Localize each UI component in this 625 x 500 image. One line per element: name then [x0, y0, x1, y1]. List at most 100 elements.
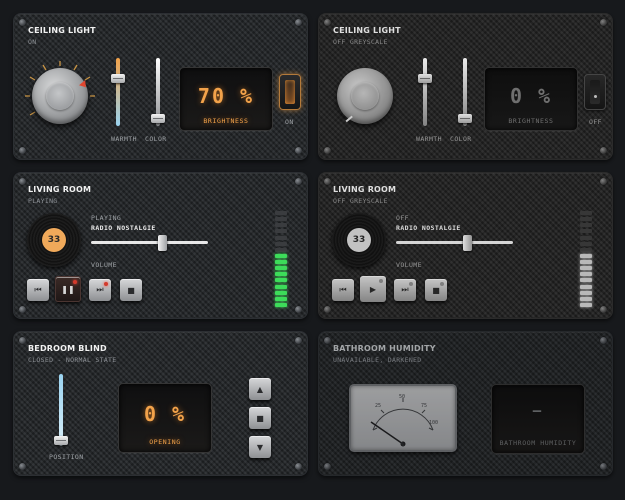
next-track-button[interactable]: ⏭ — [89, 279, 111, 301]
color-label: COLOR — [145, 135, 167, 143]
led-indicator-icon — [104, 282, 108, 286]
screw-icon — [324, 19, 331, 26]
bedroom-blind-card: BEDROOM BLIND CLOSED - NORMAL STATE POSI… — [13, 331, 308, 476]
level-meter — [580, 211, 592, 309]
meter-segment — [580, 278, 592, 283]
ceiling-light-on-card: CEILING LIGHT ON WARMTH COLOR 70 % BRIGH… — [13, 13, 308, 160]
meter-segment — [580, 235, 592, 240]
meter-segment — [580, 247, 592, 252]
stop-icon: ■ — [256, 413, 264, 423]
humidity-display: — BATHROOM HUMIDITY — [491, 384, 585, 454]
meter-segment — [275, 272, 287, 277]
meter-segment — [275, 260, 287, 264]
volume-slider[interactable] — [396, 235, 513, 251]
card-subtitle: PLAYING — [28, 197, 58, 205]
stop-blind-button[interactable]: ■ — [249, 407, 271, 429]
volume-slider[interactable] — [91, 235, 208, 251]
screw-icon — [324, 147, 331, 154]
playback-status: PLAYING — [91, 214, 122, 222]
blind-display: 0 % OPENING — [118, 383, 212, 453]
knob-body — [32, 68, 88, 124]
power-toggle[interactable] — [584, 74, 606, 110]
volume-label: VOLUME — [396, 261, 422, 269]
slider-thumb[interactable] — [463, 235, 472, 251]
screw-icon — [19, 337, 26, 344]
slider-thumb[interactable] — [418, 74, 432, 83]
led-indicator-icon — [409, 282, 413, 286]
open-blind-button[interactable]: ▲ — [249, 378, 271, 400]
humidity-gauge: 25 50 75 100 % — [349, 384, 457, 452]
brightness-knob[interactable] — [327, 58, 403, 134]
screw-icon — [600, 306, 607, 313]
skip-next-icon: ⏭ — [96, 285, 104, 294]
power-toggle[interactable] — [279, 74, 301, 110]
position-slider[interactable] — [54, 374, 68, 446]
warmth-label: WARMTH — [111, 135, 137, 143]
screw-icon — [600, 147, 607, 154]
vinyl-record-icon: 33 — [27, 213, 81, 267]
play-button[interactable]: ▶ — [360, 276, 386, 302]
color-slider[interactable] — [458, 58, 472, 126]
record-label: 33 — [42, 228, 66, 252]
living-room-playing-card: LIVING ROOM PLAYING 33 PLAYING RADIO NOS… — [13, 172, 308, 319]
meter-segment — [275, 296, 287, 301]
card-subtitle: OFF GREYSCALE — [333, 38, 388, 46]
card-title: CEILING LIGHT — [333, 26, 401, 35]
meter-segment — [580, 302, 592, 307]
card-subtitle: UNAVAILABLE, DARKENED — [333, 356, 422, 364]
meter-segment — [275, 302, 287, 307]
gauge-unit: % — [401, 442, 405, 448]
skip-previous-icon: ⏮ — [34, 285, 42, 294]
toggle-switch — [590, 80, 600, 104]
ceiling-light-off-card: CEILING LIGHT OFF GREYSCALE WARMTH COLOR… — [318, 13, 613, 160]
meter-segment — [580, 229, 592, 234]
next-track-button[interactable]: ⏭ — [394, 279, 416, 301]
skip-previous-icon: ⏮ — [339, 285, 347, 294]
pause-icon: ❚❚ — [61, 284, 75, 294]
slider-thumb[interactable] — [151, 114, 165, 123]
meter-segment — [275, 247, 287, 252]
card-title: BATHROOM HUMIDITY — [333, 344, 436, 353]
playback-status: OFF — [396, 214, 409, 222]
previous-track-button[interactable]: ⏮ — [332, 279, 354, 301]
brightness-value: 70 % — [197, 84, 255, 108]
stop-button[interactable]: ■ — [120, 279, 142, 301]
pause-button[interactable]: ❚❚ — [55, 276, 81, 302]
meter-segment — [580, 284, 592, 289]
toggle-label: ON — [285, 118, 294, 126]
gauge-tick-50: 50 — [399, 394, 406, 400]
arrow-down-icon: ▼ — [256, 442, 264, 452]
slider-thumb[interactable] — [111, 74, 125, 83]
bathroom-humidity-card: BATHROOM HUMIDITY UNAVAILABLE, DARKENED … — [318, 331, 613, 476]
warmth-slider[interactable] — [111, 58, 125, 126]
screw-icon — [19, 19, 26, 26]
card-subtitle: CLOSED - NORMAL STATE — [28, 356, 117, 364]
brightness-display: 0 % BRIGHTNESS — [484, 67, 578, 131]
slider-thumb[interactable] — [54, 436, 68, 445]
slider-thumb[interactable] — [158, 235, 167, 251]
led-indicator-icon — [73, 280, 77, 284]
card-subtitle: OFF GREYSCALE — [333, 197, 388, 205]
screw-icon — [295, 178, 302, 185]
slider-thumb[interactable] — [458, 114, 472, 123]
stop-icon: ■ — [127, 285, 135, 295]
stop-button[interactable]: ■ — [425, 279, 447, 301]
screw-icon — [295, 19, 302, 26]
warmth-slider[interactable] — [418, 58, 432, 126]
brightness-caption: BRIGHTNESS — [508, 117, 554, 125]
card-title: BEDROOM BLIND — [28, 344, 107, 353]
led-indicator-icon — [379, 279, 383, 283]
screw-icon — [19, 463, 26, 470]
screw-icon — [19, 306, 26, 313]
meter-segment — [275, 266, 287, 271]
close-blind-button[interactable]: ▼ — [249, 436, 271, 458]
meter-segment — [275, 235, 287, 240]
brightness-caption: BRIGHTNESS — [203, 117, 249, 125]
skip-next-icon: ⏭ — [401, 285, 409, 294]
color-slider[interactable] — [151, 58, 165, 126]
gauge-tick-100: 100 — [429, 420, 439, 426]
brightness-knob[interactable] — [22, 58, 98, 134]
screw-icon — [295, 147, 302, 154]
screw-icon — [324, 178, 331, 185]
previous-track-button[interactable]: ⏮ — [27, 279, 49, 301]
